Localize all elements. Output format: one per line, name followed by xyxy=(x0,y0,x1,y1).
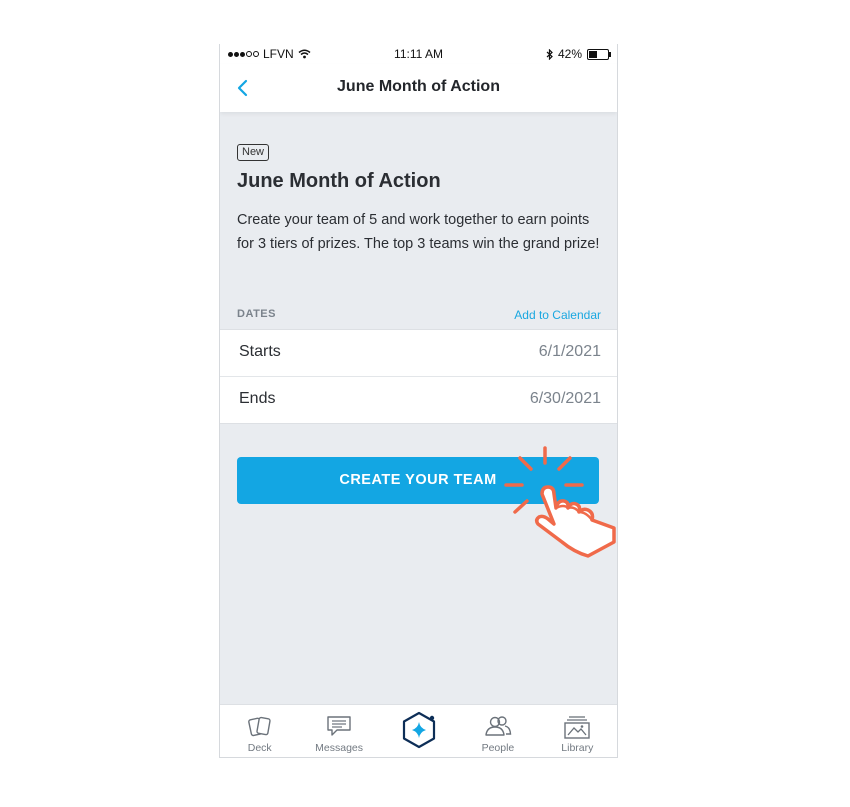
status-bar: LFVN 11:11 AM 42% xyxy=(220,44,617,64)
add-to-calendar-link[interactable]: Add to Calendar xyxy=(514,308,601,322)
nav-bar: June Month of Action xyxy=(220,64,617,112)
create-team-button[interactable]: CREATE YOUR TEAM xyxy=(237,457,599,504)
dates-card: Starts 6/1/2021 Ends 6/30/2021 xyxy=(220,329,617,424)
new-badge: New xyxy=(237,144,270,161)
tab-label: People xyxy=(481,742,515,754)
date-label: Starts xyxy=(239,343,281,360)
date-value: 6/30/2021 xyxy=(529,390,601,407)
tab-bar: Deck Messages People Library xyxy=(220,704,617,757)
date-row-ends: Ends 6/30/2021 xyxy=(220,376,617,423)
tab-label: Messages xyxy=(315,742,364,754)
cards-icon xyxy=(247,716,271,737)
hexagon-star-icon xyxy=(402,711,435,749)
battery-fill xyxy=(589,50,597,58)
battery-percent: 42% xyxy=(557,47,582,61)
event-description: Create your team of 5 and work together … xyxy=(237,212,600,252)
battery-icon xyxy=(587,48,611,60)
battery-status: 42% xyxy=(546,47,611,61)
tab-people[interactable]: People xyxy=(458,705,537,757)
library-icon xyxy=(564,716,591,739)
message-icon xyxy=(327,716,351,736)
tab-home[interactable] xyxy=(379,705,458,757)
date-value: 6/1/2021 xyxy=(538,343,601,360)
tab-deck[interactable]: Deck xyxy=(220,705,299,757)
people-icon xyxy=(485,716,512,736)
dates-section-label: DATES xyxy=(237,308,276,320)
date-row-starts: Starts 6/1/2021 xyxy=(220,330,617,376)
page-title: June Month of Action xyxy=(337,78,500,95)
tab-messages[interactable]: Messages xyxy=(299,705,378,757)
tab-label: Deck xyxy=(247,742,272,754)
phone-screen: LFVN 11:11 AM 42% June Month of Action N… xyxy=(219,44,618,758)
tab-label: Library xyxy=(561,742,594,754)
tab-library[interactable]: Library xyxy=(538,705,617,757)
bluetooth-icon xyxy=(546,48,553,60)
event-title: June Month of Action xyxy=(237,170,441,192)
date-label: Ends xyxy=(239,390,276,407)
